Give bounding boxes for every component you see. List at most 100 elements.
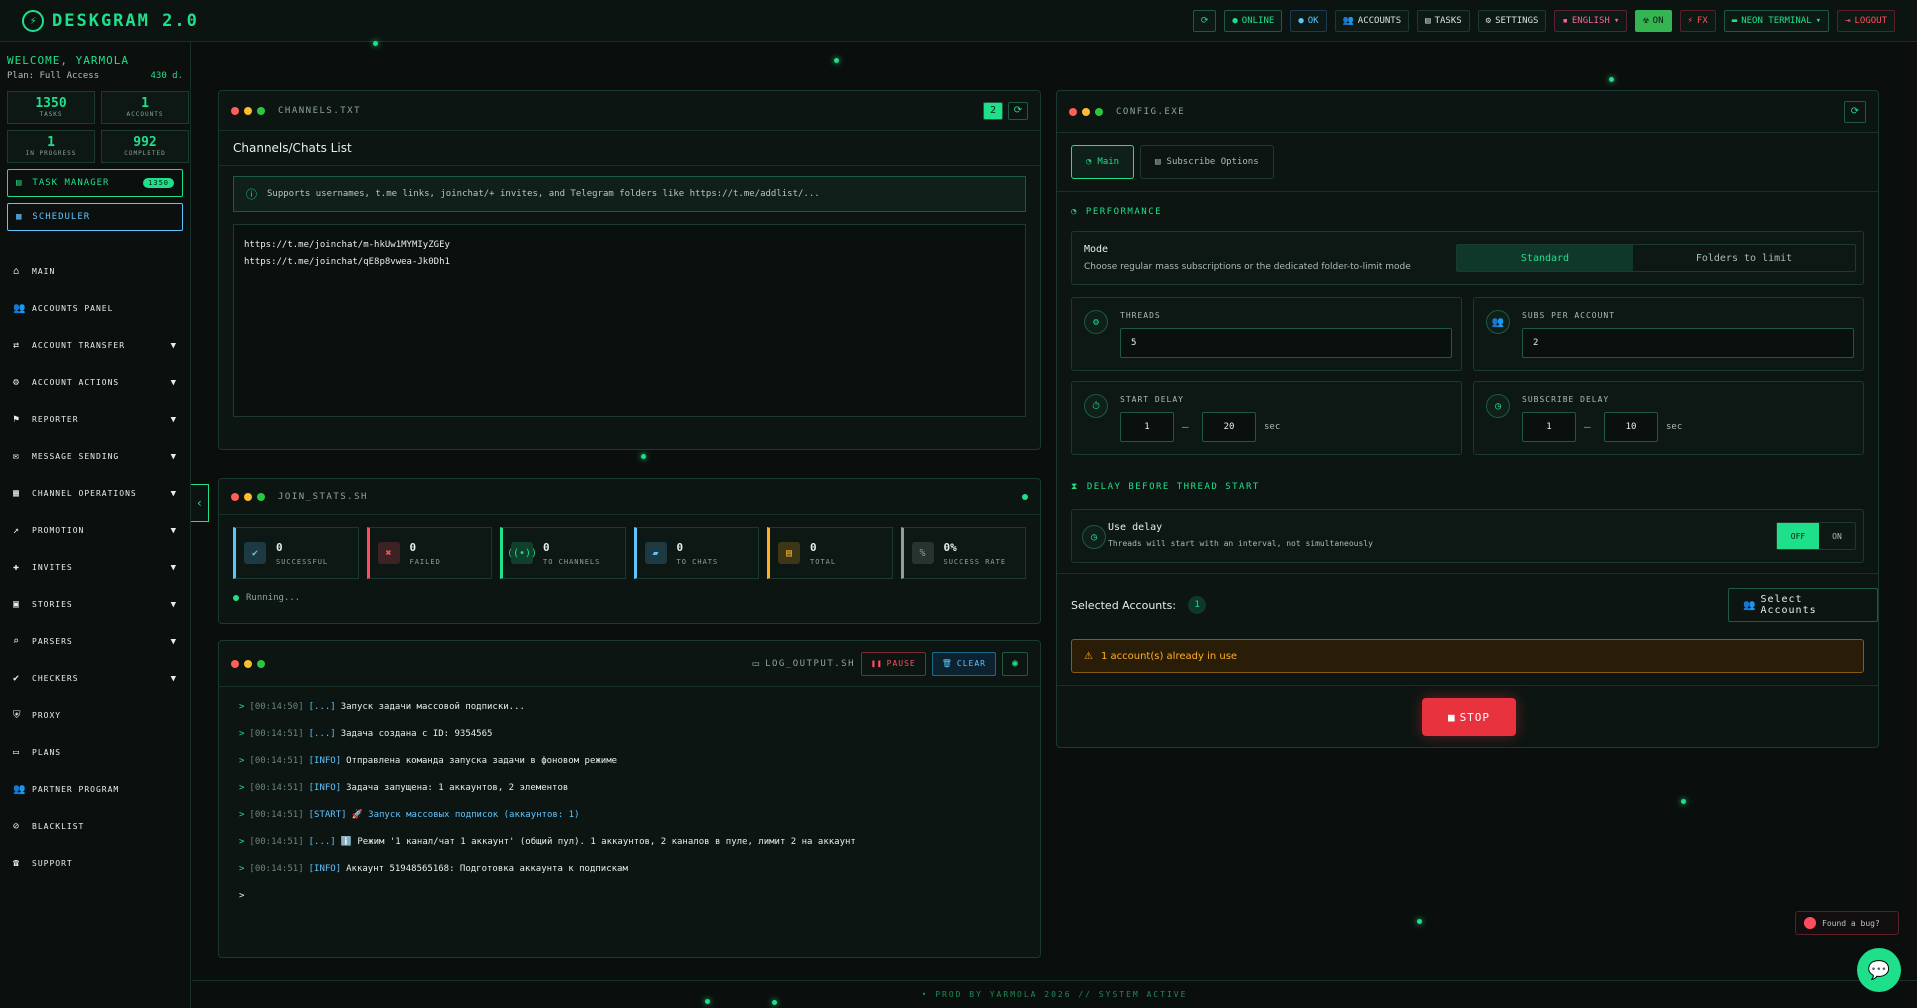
chat-button[interactable]: 💬 — [1857, 948, 1901, 992]
sidebar-item-reporter[interactable]: ⚑ REPORTER ▼ — [0, 401, 190, 438]
eye-icon: ◉ — [1011, 658, 1019, 669]
sidebar-item-label: CHANNEL OPERATIONS — [32, 489, 137, 498]
sidebar-item-label: PROMOTION — [32, 526, 85, 535]
pause-icon: ❚❚ — [871, 659, 883, 668]
accounts-button[interactable]: 👥 ACCOUNTS — [1334, 10, 1410, 32]
use-delay-row: ◷ Use delay Threads will start with an i… — [1071, 509, 1864, 563]
scheduler-button[interactable]: ▦ SCHEDULER — [7, 203, 183, 231]
sound-toggle[interactable]: ☢ ON — [1635, 10, 1672, 32]
toggle-visibility-button[interactable]: ◉ — [1002, 651, 1028, 676]
performance-heading: ◔ PERFORMANCE — [1071, 207, 1163, 217]
start-delay-min-input[interactable]: 1 — [1120, 412, 1174, 442]
clipboard-icon: ▤ — [16, 178, 23, 188]
sidebar-item-main[interactable]: ⌂ MAIN — [0, 253, 190, 290]
sidebar-item-channel-operations[interactable]: ▦ CHANNEL OPERATIONS ▼ — [0, 475, 190, 512]
reset-button[interactable]: ⟳ — [1844, 100, 1866, 123]
sidebar-item-partner-program[interactable]: 👥 PARTNER PROGRAM — [0, 771, 190, 808]
log-line: > [00:14:51] [INFO] Отправлена команда запу… — [239, 755, 618, 766]
settings-button[interactable]: ⚙ SETTINGS — [1477, 10, 1547, 32]
search-icon: ⌕ — [13, 636, 21, 647]
panel-title: CHANNELS.TXT — [278, 105, 362, 116]
sidebar-item-stories[interactable]: ▣ STORIES ▼ — [0, 586, 190, 623]
user-block-icon: ⊘ — [13, 821, 21, 832]
plan-days: 430 d. — [150, 71, 183, 81]
chevron-down-icon: ▼ — [170, 488, 177, 499]
warning-icon: ⚠ — [1084, 650, 1093, 662]
sidebar-item-label: ACCOUNT ACTIONS — [32, 378, 120, 387]
sidebar-item-parsers[interactable]: ⌕ PARSERS ▼ — [0, 623, 190, 660]
range-dash: — — [1182, 420, 1189, 433]
mode-standard-button[interactable]: Standard — [1457, 245, 1633, 271]
start-delay-max-input[interactable]: 20 — [1202, 412, 1256, 442]
use-delay-description: Threads will start with an interval, not… — [1108, 539, 1373, 548]
sidebar-item-proxy[interactable]: ⛨ PROXY — [0, 697, 190, 734]
delay-on-button[interactable]: ON — [1819, 523, 1855, 549]
fx-toggle[interactable]: ⚡ FX — [1679, 10, 1716, 32]
sidebar-item-invites[interactable]: ✚ INVITES ▼ — [0, 549, 190, 586]
collapse-sidebar-button[interactable]: ‹ — [191, 484, 209, 522]
subscribe-delay-min-input[interactable]: 1 — [1522, 412, 1576, 442]
channels-subtitle: Channels/Chats List — [219, 131, 1040, 166]
log-line: > [00:14:51] [START] 🚀 Запуск массовых подп… — [239, 809, 580, 820]
plan-text: Plan: Full Access — [7, 71, 100, 81]
threads-input[interactable]: 5 — [1120, 328, 1452, 358]
trash-icon: 🗑 — [941, 659, 953, 668]
clear-button[interactable]: 🗑 CLEAR — [931, 651, 996, 676]
bug-icon — [1804, 917, 1816, 929]
selected-accounts-label: Selected Accounts: — [1071, 598, 1177, 612]
log-line: > [00:14:50] [...] Запуск задачи массовой п… — [239, 701, 525, 712]
sidebar-item-support[interactable]: ☎ SUPPORT — [0, 845, 190, 882]
settings-icon: ▤ — [1155, 157, 1161, 167]
flag-icon: ▪ — [1562, 16, 1568, 26]
language-select[interactable]: ▪ ENGLISH ▾ — [1554, 10, 1628, 32]
pause-button[interactable]: ❚❚ PAUSE — [861, 651, 926, 676]
clock-icon: ◷ — [1486, 394, 1510, 418]
channels-textarea[interactable]: https://t.me/joinchat/m-hkUw1MYMIyZGEy h… — [233, 224, 1026, 417]
mode-folders-button[interactable]: Folders to limit — [1633, 245, 1855, 271]
app-title: DESKGRAM 2.0 — [52, 10, 199, 31]
task-manager-button[interactable]: ▤ TASK MANAGER 1350 — [7, 169, 183, 197]
sidebar-item-message-sending[interactable]: ✉ MESSAGE SENDING ▼ — [0, 438, 190, 475]
refresh-button[interactable]: ⟳ — [1008, 101, 1028, 120]
tab-subscribe-options[interactable]: ▤ Subscribe Options — [1140, 145, 1274, 179]
building-icon: ▦ — [13, 488, 21, 499]
range-dash: — — [1584, 420, 1591, 433]
task-count-badge: 1350 — [143, 178, 174, 188]
logout-icon: ⇥ — [1845, 16, 1851, 26]
chevron-down-icon: ▼ — [170, 340, 177, 351]
tasks-button[interactable]: ▤ TASKS — [1417, 10, 1470, 32]
app-logo[interactable]: ⚡ DESKGRAM 2.0 — [22, 9, 199, 32]
stat-in-progress: 1 IN PROGRESS — [7, 130, 95, 163]
log-prompt[interactable]: > — [219, 882, 1040, 909]
logout-button[interactable]: ⇥ LOGOUT — [1837, 10, 1895, 32]
info-banner: ⓘ Supports usernames, t.me links, joinch… — [233, 176, 1026, 212]
user-gear-icon: ⚙ — [13, 377, 21, 388]
stat-tasks: 1350 TASKS — [7, 91, 95, 124]
use-delay-label: Use delay — [1108, 522, 1163, 533]
sidebar-item-label: INVITES — [32, 563, 73, 572]
sidebar-item-account-transfer[interactable]: ⇄ ACCOUNT TRANSFER ▼ — [0, 327, 190, 364]
subscribe-delay-max-input[interactable]: 10 — [1604, 412, 1658, 442]
report-bug-button[interactable]: Found a bug? — [1795, 911, 1899, 935]
sidebar-item-plans[interactable]: ▭ PLANS — [0, 734, 190, 771]
sidebar-item-blacklist[interactable]: ⊘ BLACKLIST — [0, 808, 190, 845]
sidebar-item-checkers[interactable]: ✔ CHECKERS ▼ — [0, 660, 190, 697]
chevron-down-icon: ▼ — [170, 673, 177, 684]
sidebar-item-label: REPORTER — [32, 415, 79, 424]
chat-icon: ✉ — [13, 451, 21, 462]
theme-select[interactable]: ▬ NEON TERMINAL ▾ — [1723, 10, 1830, 32]
stop-button[interactable]: ■ STOP — [1422, 698, 1516, 736]
subs-per-account-input[interactable]: 2 — [1522, 328, 1854, 358]
wallet-icon: ▭ — [13, 747, 21, 758]
select-accounts-button[interactable]: 👥 Select Accounts — [1728, 588, 1878, 622]
refresh-button[interactable]: ⟳ — [1192, 10, 1217, 32]
sidebar-item-accounts-panel[interactable]: 👥 ACCOUNTS PANEL — [0, 290, 190, 327]
sidebar-item-account-actions[interactable]: ⚙ ACCOUNT ACTIONS ▼ — [0, 364, 190, 401]
gear-icon: ⚙ — [1485, 16, 1492, 26]
tab-main[interactable]: ◔ Main — [1071, 145, 1135, 179]
check-circle-icon: ✔ — [13, 673, 21, 684]
sidebar-item-promotion[interactable]: ↗ PROMOTION ▼ — [0, 512, 190, 549]
delay-off-button[interactable]: OFF — [1777, 523, 1819, 549]
info-icon: ⓘ — [246, 188, 257, 201]
panel-title: CONFIG.EXE — [1116, 106, 1186, 117]
